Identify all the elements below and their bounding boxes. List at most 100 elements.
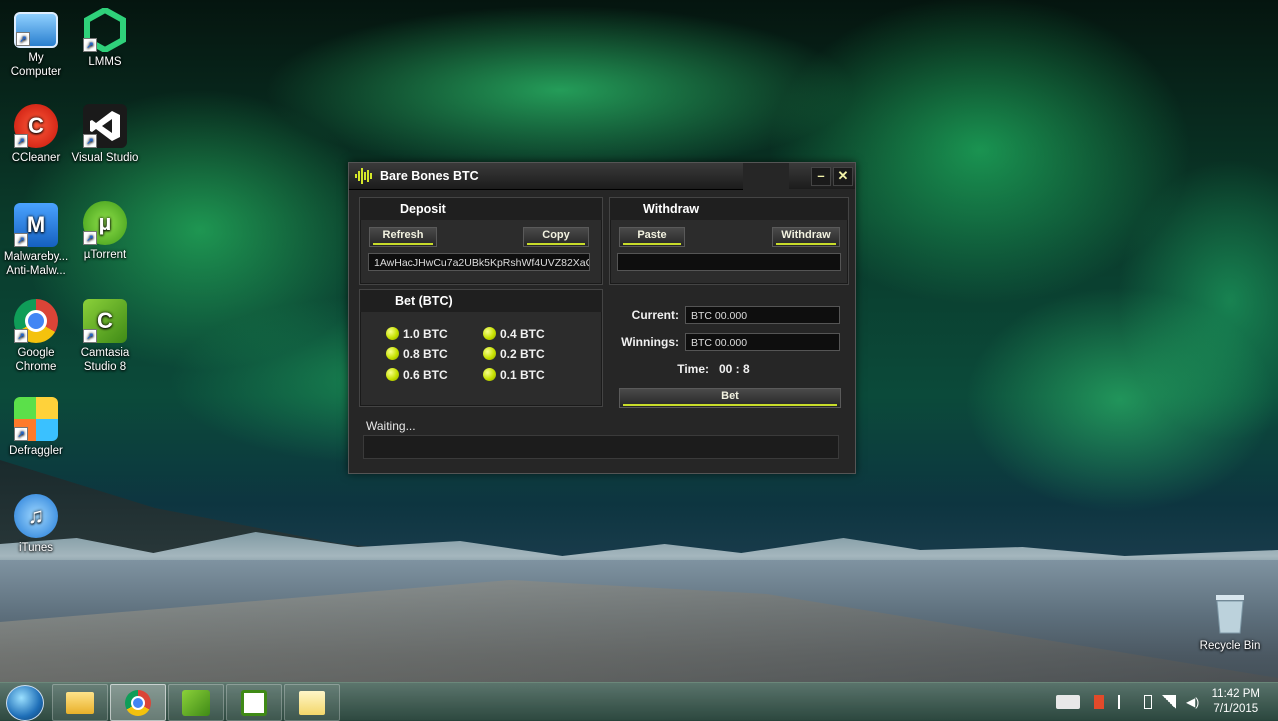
current-label: Current: [631,308,679,322]
radio-dot-icon [386,347,399,360]
camtasia-icon: C ↗ [83,299,127,343]
winnings-field: BTC 00.000 [685,333,840,351]
withdraw-button[interactable]: Withdraw [772,227,840,247]
desktop-icon-utorrent[interactable]: µ ↗ µTorrent [69,201,141,262]
minimize-button[interactable]: – [811,167,831,186]
itunes-icon: ♫ [14,494,58,538]
speaker-muted-icon[interactable] [1094,695,1104,709]
close-button[interactable]: ✕ [833,167,853,186]
desktop-icon-my-computer[interactable]: ↗ My Computer [0,8,72,79]
desktop-icon-label: Computer [10,66,62,78]
taskbar: ◀) 11:42 PM 7/1/2015 [0,682,1278,721]
deposit-header: Deposit [360,198,602,220]
refresh-button[interactable]: Refresh [369,227,437,247]
desktop-icon-label: Recycle Bin [1199,640,1261,652]
bet-option-0-6[interactable]: 0.6 BTC [386,367,448,383]
withdraw-address-input[interactable] [617,253,841,271]
ccleaner-icon: C ↗ [14,104,58,148]
desktop-icon-label: iTunes [18,542,54,554]
bet-option-label: 0.2 BTC [500,347,545,361]
desktop-icon-ccleaner[interactable]: C ↗ CCleaner [0,104,72,165]
bet-header: Bet (BTC) [360,290,602,312]
radio-dot-icon [483,327,496,340]
app-logo-icon [355,168,372,184]
network-icon[interactable] [1162,695,1176,709]
utorrent-icon: µ ↗ [83,201,127,245]
time-value: 00 : 8 [719,362,750,376]
keyboard-icon[interactable] [1056,695,1080,709]
computer-icon: ↗ [14,12,58,48]
withdraw-panel: Withdraw Paste Withdraw [609,197,849,285]
defraggler-icon: ↗ [14,397,58,441]
visual-studio-icon: ↗ [83,104,127,148]
winnings-label: Winnings: [621,335,679,349]
progress-bar [363,435,839,459]
desktop-icon-label: Studio 8 [83,361,127,373]
desktop-icon-recycle-bin[interactable]: Recycle Bin [1193,592,1267,653]
desktop-icon-malwarebytes[interactable]: M ↗ Malwareby... Anti-Malw... [0,203,72,278]
desktop-icon-label: LMMS [88,56,122,68]
file-explorer-icon [66,691,94,714]
radio-dot-icon [483,368,496,381]
window-titlebar[interactable]: Bare Bones BTC [349,163,743,190]
taskbar-camtasia-studio[interactable] [226,684,282,721]
lmms-icon: ↗ [83,8,127,52]
desktop-icon-lmms[interactable]: ↗ LMMS [69,8,141,69]
desktop-icon-itunes[interactable]: ♫ iTunes [0,494,72,555]
window-title: Bare Bones BTC [380,169,479,183]
bare-bones-btc-window: Bare Bones BTC – ✕ Deposit Refresh Copy … [348,162,856,474]
desktop-icon-label: Anti-Malw... [6,265,66,277]
app-store-icon [299,690,325,715]
copy-button[interactable]: Copy [523,227,589,247]
bet-option-label: 0.1 BTC [500,368,545,382]
radio-dot-icon [483,347,496,360]
bet-option-label: 0.6 BTC [403,368,448,382]
paste-button[interactable]: Paste [619,227,685,247]
malwarebytes-icon: M ↗ [14,203,58,247]
bet-option-0-8[interactable]: 0.8 BTC [386,346,448,362]
desktop-icon-label: Defraggler [9,445,63,457]
desktop-icon-visual-studio[interactable]: ↗ Visual Studio [69,104,141,165]
desktop-icon-label: Chrome [15,361,57,373]
clock-time: 11:42 PM [1211,688,1260,700]
desktop-icon-label: µTorrent [83,249,127,261]
desktop-icon-label: Camtasia [80,347,130,359]
taskbar-camtasia-recorder[interactable] [168,684,224,721]
desktop-icon-label: Malwareby... [3,251,69,263]
desktop-icon-camtasia[interactable]: C ↗ Camtasia Studio 8 [69,299,141,374]
desktop-icon-label: My [28,52,44,64]
time-label: Time: [677,362,709,376]
bet-option-0-4[interactable]: 0.4 BTC [483,326,545,342]
desktop-icon-google-chrome[interactable]: ↗ Google Chrome [0,299,72,374]
flag-icon[interactable] [1118,695,1134,709]
desktop-icon-label: Visual Studio [71,152,139,164]
bet-option-label: 0.8 BTC [403,347,448,361]
bet-option-label: 1.0 BTC [403,327,448,341]
window-controls: – ✕ [789,163,855,189]
withdraw-header: Withdraw [610,198,848,220]
deposit-address-field[interactable]: 1AwHacJHwCu7a2UBk5KpRshWf4UVZ82XaG [368,253,590,271]
desktop-icon-label: CCleaner [11,152,61,164]
battery-icon[interactable] [1144,695,1152,709]
bet-option-0-2[interactable]: 0.2 BTC [483,346,545,362]
recycle-bin-icon [1208,592,1252,636]
bet-option-label: 0.4 BTC [500,327,545,341]
camtasia-studio-icon [241,689,267,716]
deposit-panel: Deposit Refresh Copy 1AwHacJHwCu7a2UBk5K… [359,197,603,285]
volume-icon[interactable]: ◀) [1186,695,1200,709]
radio-dot-icon [386,368,399,381]
bet-option-0-1[interactable]: 0.1 BTC [483,367,545,383]
bet-option-1-0[interactable]: 1.0 BTC [386,326,448,342]
taskbar-file-explorer[interactable] [52,684,108,721]
chrome-icon: ↗ [14,299,58,343]
radio-dot-icon [386,327,399,340]
taskbar-app-store[interactable] [284,684,340,721]
bet-panel: Bet (BTC) 1.0 BTC 0.8 BTC 0.6 BTC 0.4 BT… [359,289,603,407]
taskbar-clock[interactable]: 11:42 PM 7/1/2015 [1212,687,1260,717]
current-balance-field: BTC 00.000 [685,306,840,324]
start-button[interactable] [6,685,44,721]
status-text: Waiting... [366,419,416,433]
bet-button[interactable]: Bet [619,388,841,408]
desktop-icon-defraggler[interactable]: ↗ Defraggler [0,397,72,458]
taskbar-chrome[interactable] [110,684,166,721]
